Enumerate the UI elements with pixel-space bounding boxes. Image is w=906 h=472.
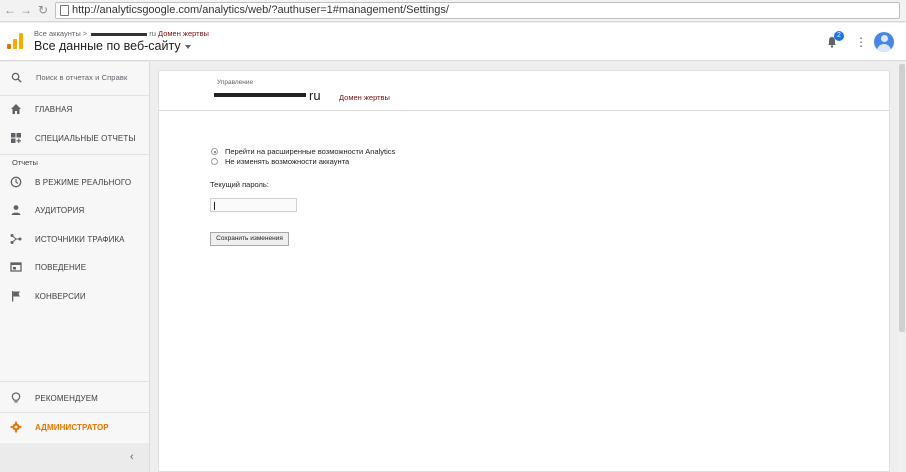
sidebar-item-label: РЕКОМЕНДУЕМ bbox=[35, 394, 98, 403]
more-options-icon[interactable]: ⋮ bbox=[855, 35, 867, 49]
gear-icon bbox=[10, 421, 22, 433]
divider bbox=[0, 381, 149, 382]
sidebar-item-audience[interactable]: АУДИТОРИЯ bbox=[0, 198, 149, 224]
back-icon[interactable]: ← bbox=[3, 3, 17, 17]
radio-button[interactable] bbox=[211, 158, 218, 165]
divider bbox=[0, 412, 149, 413]
management-label: Управление bbox=[217, 79, 254, 86]
radio-label: Перейти на расширенные возможности Analy… bbox=[225, 147, 396, 156]
address-bar-url: http://analyticsgoogle.com/analytics/web… bbox=[72, 4, 449, 16]
person-icon bbox=[11, 205, 21, 215]
lightbulb-icon bbox=[11, 392, 21, 403]
sidebar-item-label: СПЕЦИАЛЬНЫЕ ОТЧЕТЫ bbox=[35, 134, 136, 143]
scrollbar-thumb[interactable] bbox=[899, 64, 905, 332]
password-label: Текущий пароль: bbox=[210, 180, 269, 189]
search-icon bbox=[11, 72, 22, 83]
redacted-account-name bbox=[91, 32, 148, 36]
breadcrumb-all-accounts[interactable]: Все аккаунты > bbox=[34, 29, 87, 38]
divider bbox=[0, 95, 149, 96]
custom-reports-icon bbox=[11, 133, 21, 143]
sidebar-collapse-button[interactable]: ‹ bbox=[0, 443, 149, 472]
sidebar-item-label: ГЛАВНАЯ bbox=[35, 105, 73, 114]
avatar[interactable] bbox=[874, 32, 894, 52]
breadcrumb-suffix: ru bbox=[149, 29, 156, 38]
sidebar: Поиск в отчетах и Справк ГЛАВНАЯ СПЕЦИАЛ… bbox=[0, 62, 150, 472]
settings-card bbox=[158, 70, 890, 472]
home-icon bbox=[11, 104, 21, 114]
page-info-icon[interactable] bbox=[60, 5, 69, 16]
flag-icon bbox=[12, 291, 20, 302]
text-cursor bbox=[214, 202, 215, 210]
breadcrumb[interactable]: Все аккаунты > ru Домен жертвы bbox=[34, 29, 209, 38]
radio-button-checked[interactable] bbox=[211, 148, 218, 155]
clock-icon bbox=[10, 176, 22, 188]
sidebar-item-label: ПОВЕДЕНИЕ bbox=[35, 263, 87, 272]
sidebar-item-recommend[interactable]: РЕКОМЕНДУЕМ bbox=[0, 386, 149, 412]
analytics-logo-icon[interactable] bbox=[7, 33, 23, 49]
account-domain: Домен жертвы bbox=[339, 93, 390, 102]
sidebar-item-label: ИСТОЧНИКИ ТРАФИКА bbox=[35, 235, 125, 244]
reload-icon[interactable]: ↻ bbox=[36, 3, 50, 17]
sidebar-search[interactable]: Поиск в отчетах и Справк bbox=[0, 64, 149, 90]
sidebar-item-conversions[interactable]: КОНВЕРСИИ bbox=[0, 284, 149, 310]
sidebar-item-label: АДМИНИСТРАТОР bbox=[35, 423, 109, 432]
app-header: Все аккаунты > ru Домен жертвы Все данны… bbox=[0, 23, 906, 61]
view-selector[interactable]: Все данные по веб-сайту bbox=[34, 39, 191, 53]
sidebar-item-admin[interactable]: АДМИНИСТРАТОР bbox=[0, 415, 149, 441]
sidebar-item-label: КОНВЕРСИИ bbox=[35, 292, 86, 301]
behavior-icon bbox=[10, 262, 22, 272]
caret-down-icon bbox=[184, 44, 191, 49]
sidebar-item-label: В РЕЖИМЕ РЕАЛЬНОГО bbox=[35, 178, 132, 187]
sidebar-item-label: АУДИТОРИЯ bbox=[35, 206, 85, 215]
sidebar-item-acquisition[interactable]: ИСТОЧНИКИ ТРАФИКА bbox=[0, 227, 149, 253]
breadcrumb-domain: Домен жертвы bbox=[158, 29, 209, 38]
sidebar-item-behavior[interactable]: ПОВЕДЕНИЕ bbox=[0, 255, 149, 281]
section-reports-label: Отчеты bbox=[12, 158, 38, 167]
password-field[interactable] bbox=[210, 198, 297, 212]
sidebar-item-realtime[interactable]: В РЕЖИМЕ РЕАЛЬНОГО bbox=[0, 170, 149, 196]
chevron-left-icon: ‹ bbox=[130, 451, 134, 463]
browser-toolbar: ← → ↻ http://analyticsgoogle.com/analyti… bbox=[0, 0, 906, 22]
divider bbox=[159, 110, 889, 111]
sidebar-item-home[interactable]: ГЛАВНАЯ bbox=[0, 97, 149, 123]
sidebar-item-custom-reports[interactable]: СПЕЦИАЛЬНЫЕ ОТЧЕТЫ bbox=[0, 126, 149, 152]
divider bbox=[0, 154, 149, 155]
search-input[interactable]: Поиск в отчетах и Справк bbox=[36, 73, 127, 82]
redacted-account-name bbox=[214, 93, 306, 97]
address-bar[interactable]: http://analyticsgoogle.com/analytics/web… bbox=[55, 2, 900, 19]
view-title: Все данные по веб-сайту bbox=[34, 39, 181, 53]
account-name-suffix: ru bbox=[309, 88, 321, 103]
scrollbar[interactable] bbox=[898, 62, 906, 472]
acquisition-icon bbox=[10, 234, 22, 244]
save-button[interactable]: Сохранить изменения bbox=[210, 232, 289, 246]
radio-label: Не изменять возможности аккаунта bbox=[225, 157, 350, 166]
notification-badge: 2 bbox=[834, 31, 844, 41]
forward-icon[interactable]: → bbox=[19, 3, 33, 17]
